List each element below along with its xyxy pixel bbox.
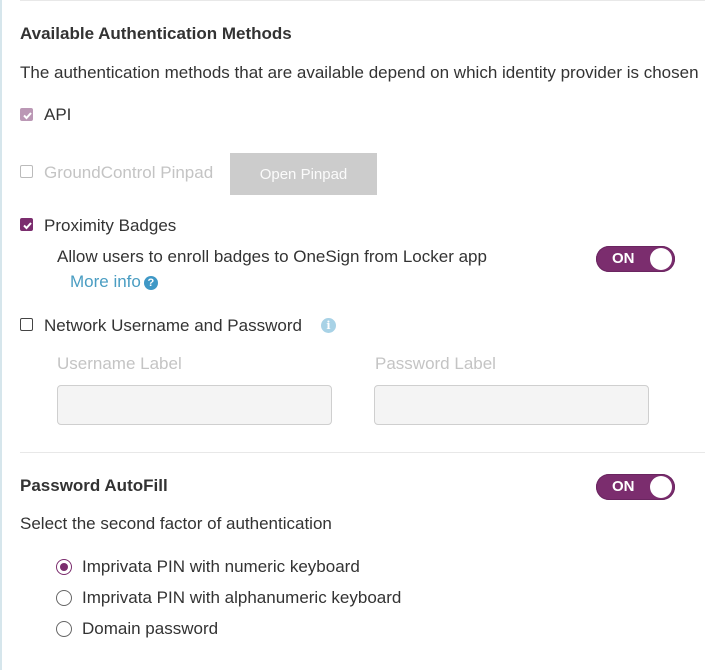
enroll-badges-toggle[interactable]: ON: [596, 246, 675, 272]
radio-domain-password[interactable]: [56, 621, 72, 637]
password-label: Password Label: [375, 354, 496, 373]
more-info-link[interactable]: More info?: [70, 272, 158, 292]
option-domain-password-label: Domain password: [82, 619, 219, 638]
proximity-badges-label: Proximity Badges: [44, 216, 177, 235]
enroll-badges-text: Allow users to enroll badges to OneSign …: [57, 247, 487, 266]
left-rail: [0, 0, 2, 670]
option-alphanumeric-pin-label: Imprivata PIN with alphanumeric keyboard: [82, 588, 402, 607]
top-divider: [20, 0, 705, 1]
info-icon[interactable]: i: [321, 318, 336, 333]
network-credentials-label: Network Username and Password: [44, 316, 302, 335]
toggle-knob: [650, 248, 672, 270]
more-info-label: More info: [70, 272, 141, 291]
api-label: API: [44, 105, 72, 124]
open-pinpad-button[interactable]: Open Pinpad: [230, 153, 377, 195]
option-numeric-pin-label: Imprivata PIN with numeric keyboard: [82, 557, 360, 576]
username-label: Username Label: [57, 354, 182, 373]
proximity-badges-checkbox[interactable]: [20, 218, 33, 231]
check-icon: [23, 222, 32, 230]
auth-methods-heading: Available Authentication Methods: [20, 24, 292, 43]
radio-alphanumeric-pin[interactable]: [56, 590, 72, 606]
toggle-state-label: ON: [612, 478, 635, 495]
groundcontrol-checkbox[interactable]: [20, 165, 33, 178]
autofill-description: Select the second factor of authenticati…: [20, 514, 332, 533]
toggle-knob: [650, 476, 672, 498]
section-divider: [20, 452, 705, 453]
username-label-input[interactable]: [57, 385, 332, 425]
auth-methods-description: The authentication methods that are avai…: [20, 63, 699, 82]
groundcontrol-label: GroundControl Pinpad: [44, 163, 214, 182]
autofill-toggle[interactable]: ON: [596, 474, 675, 500]
autofill-heading: Password AutoFill: [20, 476, 168, 495]
password-label-input[interactable]: [374, 385, 649, 425]
question-circle-icon: ?: [143, 276, 158, 290]
api-checkbox[interactable]: [20, 108, 33, 121]
network-credentials-checkbox[interactable]: [20, 318, 33, 331]
radio-numeric-pin[interactable]: [56, 559, 72, 575]
toggle-state-label: ON: [612, 250, 635, 267]
check-icon: [23, 112, 32, 120]
